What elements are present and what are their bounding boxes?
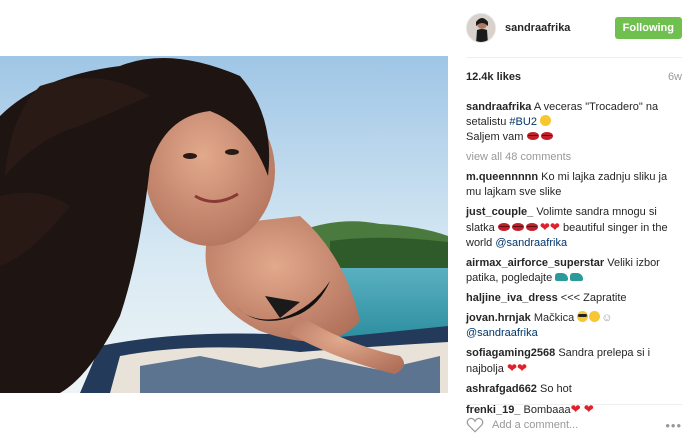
comment-mention[interactable]: @sandraafrika [466, 327, 538, 339]
lips-emoji-icon [540, 132, 553, 140]
grin-emoji-icon [589, 311, 601, 322]
heart-outline-icon[interactable] [466, 416, 484, 434]
comment-username[interactable]: m.queennnnn [466, 171, 538, 183]
author-username[interactable]: sandraafrika [505, 22, 570, 34]
avatar-image [467, 14, 495, 42]
heart-emoji-icon: ❤ [506, 361, 518, 375]
more-options-icon[interactable]: ••• [665, 418, 682, 433]
lips-emoji-icon [526, 132, 539, 140]
comment-mention[interactable]: @sandraafrika [495, 237, 567, 249]
comments-list: sandraafrika A veceras "Trocadero" na se… [466, 100, 682, 423]
comment: airmax_airforce_superstar Veliki izbor p… [466, 256, 682, 286]
likes-count[interactable]: 12.4k likes [466, 71, 521, 83]
comment-username[interactable]: jovan.hrnjak [466, 312, 531, 324]
photo-illustration [0, 56, 448, 393]
divider [466, 57, 682, 58]
comment: haljine_iva_dress <<< Zapratite [466, 291, 682, 306]
comment-text: Mačkica [533, 312, 575, 324]
post-header: sandraafrika Following [466, 12, 682, 44]
comment-username[interactable]: just_couple_ [466, 206, 533, 218]
sneaker-emoji-icon [570, 273, 584, 281]
caption: sandraafrika A veceras "Trocadero" na se… [466, 100, 682, 145]
caption-text-2: Saljem vam [466, 131, 524, 143]
lips-emoji-icon [511, 223, 524, 231]
comment-footer: Add a comment... ••• [466, 414, 682, 436]
heart-emoji-icon: ❤ [539, 220, 550, 234]
author-avatar[interactable] [466, 13, 496, 43]
comment-text: So hot [540, 383, 572, 395]
post-time[interactable]: 6w [668, 71, 682, 83]
post-sidebar: sandraafrika Following 12.4k likes 6w sa… [452, 0, 688, 442]
comment: just_couple_ Volimte sandra mnogu si sla… [466, 205, 682, 251]
smiley-outline-icon: ☺ [601, 312, 613, 324]
comment-username[interactable]: airmax_airforce_superstar [466, 257, 604, 269]
likes-row: 12.4k likes 6w [466, 71, 682, 83]
comment-username[interactable]: sofiagaming2568 [466, 347, 555, 359]
following-button[interactable]: Following [614, 17, 682, 39]
lips-emoji-icon [497, 223, 510, 231]
comment: m.queennnnn Ko mi lajka zadnju sliku ja … [466, 170, 682, 200]
post-photo-area [0, 0, 452, 442]
heart-emoji-icon: ❤ [517, 361, 528, 375]
add-comment-input[interactable]: Add a comment... [492, 419, 665, 431]
comment: jovan.hrnjak Mačkica ☺ @sandraafrika [466, 311, 682, 341]
caption-hashtag[interactable]: #BU2 [509, 116, 537, 128]
comment-username[interactable]: haljine_iva_dress [466, 292, 558, 304]
comment: sofiagaming2568 Sandra prelepa si i najb… [466, 346, 682, 377]
post-photo[interactable] [0, 56, 448, 393]
comment-username[interactable]: ashrafgad662 [466, 383, 537, 395]
divider [466, 404, 682, 405]
comment: ashrafgad662 So hot [466, 382, 682, 397]
lips-emoji-icon [525, 223, 538, 231]
heart-emoji-icon: ❤ [549, 220, 560, 234]
view-all-comments-link[interactable]: view all 48 comments [466, 150, 682, 165]
sneaker-emoji-icon [555, 273, 569, 281]
sunglasses-emoji-icon [577, 311, 589, 322]
smile-emoji-icon [540, 115, 552, 126]
caption-username[interactable]: sandraafrika [466, 101, 531, 113]
comment-text: <<< Zapratite [560, 292, 627, 304]
